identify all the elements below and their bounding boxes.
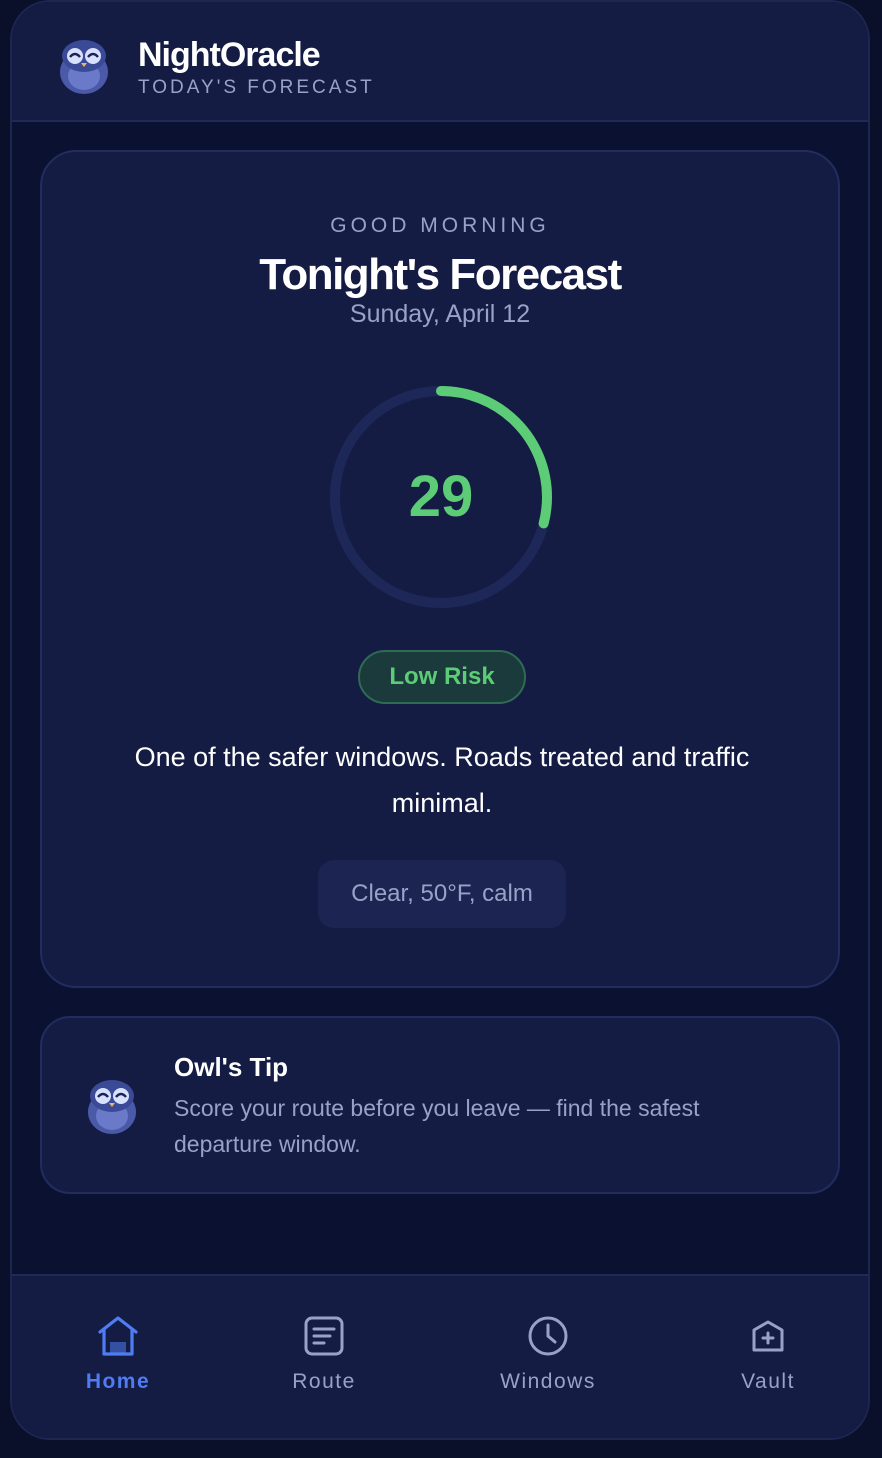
nav-label-route: Route xyxy=(292,1370,356,1393)
nav-item-vault[interactable]: Vault xyxy=(688,1312,848,1402)
app-header: NightOracle TODAY'S FORECAST xyxy=(12,2,868,122)
forecast-description: One of the safer windows. Roads treated … xyxy=(134,742,750,818)
app-subtitle: TODAY'S FORECAST xyxy=(138,77,375,98)
forecast-date: Sunday, April 12 xyxy=(349,300,531,328)
risk-score: 29 xyxy=(408,464,474,529)
bottom-nav: Home Route Windows Vault xyxy=(12,1274,868,1438)
nav-item-home[interactable]: Home xyxy=(38,1312,198,1402)
app-title: NightOracle xyxy=(138,36,321,74)
route-icon xyxy=(304,1316,344,1356)
clock-icon xyxy=(528,1316,568,1356)
owl-icon xyxy=(88,1080,136,1134)
tip-card[interactable]: Owl's Tip Score your route before you le… xyxy=(40,1016,840,1194)
forecast-title: Tonight's Forecast xyxy=(259,250,622,299)
app-window: NightOracle TODAY'S FORECAST GOOD MORNIN… xyxy=(10,0,870,1440)
nav-item-route[interactable]: Route xyxy=(244,1312,404,1402)
forecast-card: GOOD MORNING Tonight's Forecast Sunday, … xyxy=(40,150,840,988)
greeting: GOOD MORNING xyxy=(330,214,550,237)
weather-chip: Clear, 50°F, calm xyxy=(318,860,566,928)
nav-label-vault: Vault xyxy=(741,1370,795,1393)
owl-icon xyxy=(60,40,108,94)
nav-label-windows: Windows xyxy=(500,1370,596,1393)
tip-title: Owl's Tip xyxy=(174,1052,289,1082)
nav-label-home: Home xyxy=(85,1370,151,1393)
nav-item-windows[interactable]: Windows xyxy=(468,1312,628,1402)
vault-icon xyxy=(752,1320,784,1352)
risk-badge: Low Risk xyxy=(358,650,526,704)
home-icon xyxy=(98,1316,138,1356)
tip-text: Score your route before you leave — find… xyxy=(174,1095,700,1157)
